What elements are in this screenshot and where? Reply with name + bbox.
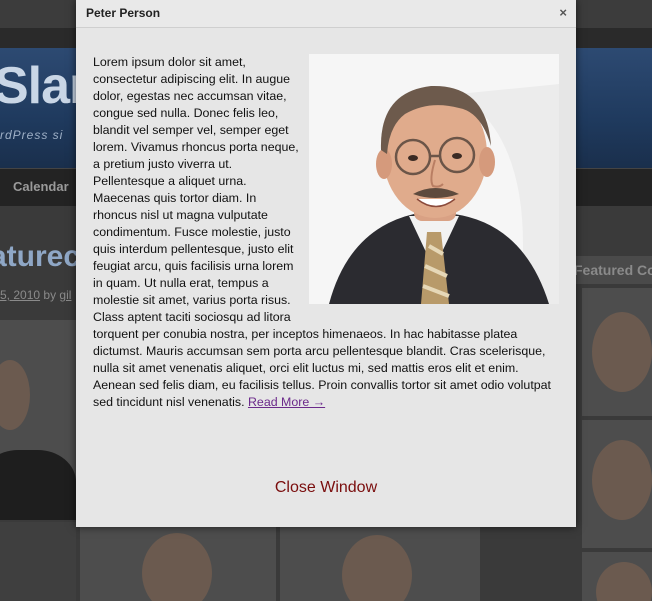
close-window-button[interactable]: Close Window (76, 479, 576, 497)
modal-header: Peter Person × (76, 0, 576, 28)
profile-modal: Peter Person × Lorem ipsum dolor sit ame… (76, 0, 576, 527)
close-icon[interactable]: × (559, 5, 567, 20)
modal-body: Lorem ipsum dolor sit amet, consectetur … (93, 54, 559, 411)
modal-title: Peter Person (86, 6, 161, 20)
read-more-link[interactable]: Read More → (248, 395, 325, 409)
profile-photo (309, 54, 559, 304)
